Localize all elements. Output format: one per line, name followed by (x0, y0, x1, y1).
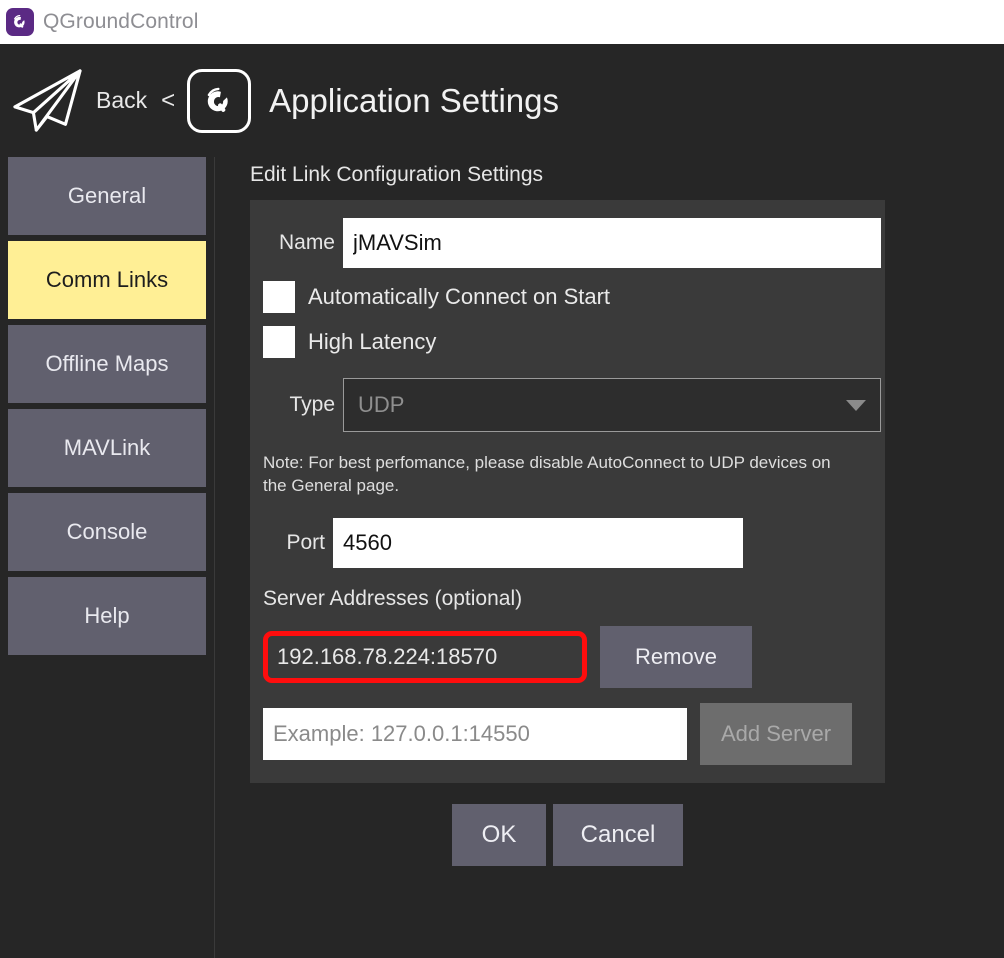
sidebar-item-help[interactable]: Help (8, 577, 206, 655)
port-input[interactable] (333, 517, 743, 568)
server-address-value: 192.168.78.224:18570 (277, 643, 498, 669)
sidebar-item-label: Help (84, 603, 130, 628)
type-dropdown[interactable]: UDP (343, 378, 881, 432)
sidebar-item-general[interactable]: General (8, 157, 206, 235)
sidebar-item-comm-links[interactable]: Comm Links (8, 241, 206, 319)
chevron-down-icon (846, 399, 866, 411)
new-server-address-input[interactable] (263, 707, 687, 760)
port-label: Port (286, 530, 325, 554)
settings-sidebar: General Comm Links Offline Maps MAVLink … (0, 157, 215, 958)
remove-server-button[interactable]: Remove (600, 625, 752, 688)
cancel-button[interactable]: Cancel (553, 803, 683, 866)
auto-connect-row: Automatically Connect on Start (250, 281, 885, 313)
sidebar-item-label: Comm Links (45, 267, 169, 292)
sidebar-item-label: Offline Maps (45, 351, 169, 376)
section-title: Edit Link Configuration Settings (250, 163, 544, 186)
high-latency-row: High Latency (250, 326, 885, 358)
sidebar-item-mavlink[interactable]: MAVLink (8, 409, 206, 487)
settings-main-panel: Edit Link Configuration Settings Name Au… (215, 157, 1004, 958)
content-area: General Comm Links Offline Maps MAVLink … (0, 157, 1004, 958)
ok-button-label: OK (481, 820, 517, 848)
udp-note-text: Note: For best perfomance, please disabl… (263, 453, 831, 496)
auto-connect-label: Automatically Connect on Start (308, 284, 611, 309)
paper-plane-icon[interactable] (8, 66, 86, 136)
server-entry-row: 192.168.78.224:18570 Remove (250, 625, 885, 688)
port-row: Port (250, 517, 885, 568)
window-title-text: QGroundControl (43, 10, 199, 33)
remove-button-label: Remove (635, 643, 717, 669)
auto-connect-checkbox[interactable] (263, 281, 295, 313)
type-selected-value: UDP (358, 392, 405, 417)
sidebar-item-offline-maps[interactable]: Offline Maps (8, 325, 206, 403)
server-address-field-highlighted[interactable]: 192.168.78.224:18570 (263, 630, 587, 683)
window-title-bar: QGroundControl (0, 0, 1004, 44)
qgc-app-icon (6, 8, 34, 36)
back-label[interactable]: Back (96, 87, 147, 114)
add-server-button-label: Add Server (720, 720, 832, 746)
type-label: Type (289, 393, 335, 416)
server-addresses-title: Server Addresses (optional) (263, 586, 523, 610)
sidebar-item-label: MAVLink (63, 435, 151, 460)
cancel-button-label: Cancel (580, 820, 656, 848)
high-latency-label: High Latency (308, 329, 437, 354)
qgc-logo-icon (187, 68, 252, 133)
link-config-form: Name Automatically Connect on Start High… (250, 200, 885, 783)
name-label: Name (278, 231, 335, 254)
back-chevron-icon[interactable]: < (161, 87, 175, 115)
dialog-footer: OK Cancel (250, 803, 885, 866)
page-title: Application Settings (269, 81, 560, 119)
name-input[interactable] (343, 218, 881, 268)
app-header: Back < Application Settings (0, 44, 1004, 157)
name-row: Name (250, 218, 885, 268)
add-server-button[interactable]: Add Server (700, 702, 852, 765)
sidebar-item-label: General (67, 183, 147, 208)
ok-button[interactable]: OK (452, 803, 546, 866)
type-row: Type UDP (250, 378, 885, 432)
sidebar-item-console[interactable]: Console (8, 493, 206, 571)
high-latency-checkbox[interactable] (263, 326, 295, 358)
add-server-row: Add Server (250, 702, 885, 765)
sidebar-item-label: Console (66, 519, 148, 544)
